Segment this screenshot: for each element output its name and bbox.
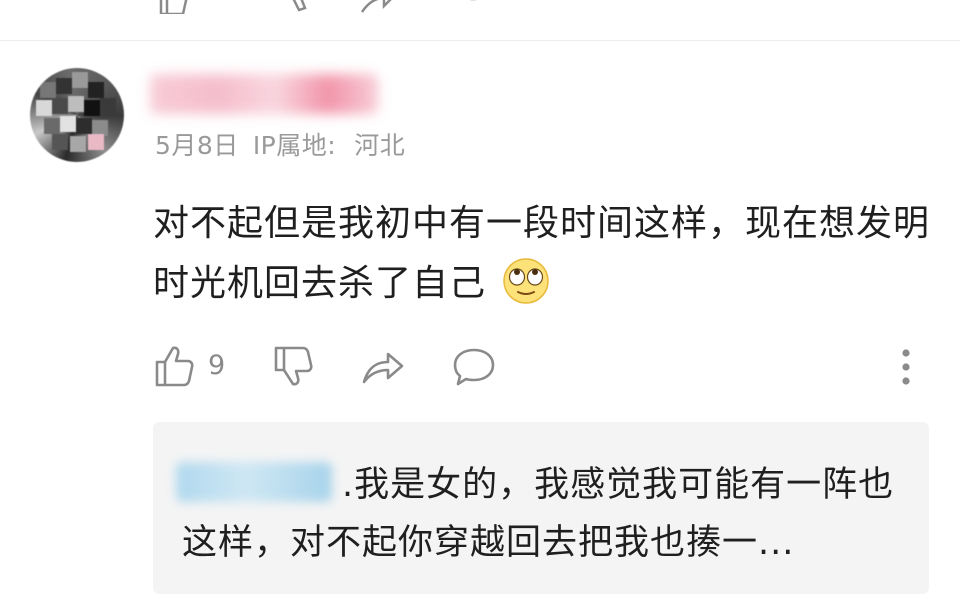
more-vertical-icon[interactable] [896, 348, 916, 388]
reply-text-block: .我是女的，我感觉我可能有一阵也这样，对不起你穿越回去把我也揍一... [182, 456, 902, 572]
comment-divider [0, 40, 960, 41]
comment-date: 5月8日 [155, 131, 239, 160]
thumbs-up-icon[interactable] [154, 344, 196, 388]
ip-label: IP属地: [252, 131, 337, 160]
reply-separator: . [342, 465, 355, 505]
comment-meta: 5月8日 IP属地: 河北 [155, 126, 405, 162]
more-vertical-icon[interactable] [896, 0, 916, 14]
ip-location: 河北 [354, 131, 406, 160]
comment-actions [0, 344, 960, 392]
share-icon[interactable] [360, 344, 406, 388]
comment-text-block: 对不起但是我初中有一段时间这样，现在想发明时光机回去杀了自己 [153, 194, 933, 314]
reply-text: 我是女的，我感觉我可能有一阵也这样，对不起你穿越回去把我也揍一... [182, 465, 895, 563]
comment-icon[interactable] [455, 0, 491, 14]
share-icon[interactable] [360, 0, 396, 14]
previous-comment-actions [0, 0, 960, 16]
comment-icon[interactable] [450, 344, 498, 388]
thumbs-up-icon[interactable] [157, 0, 191, 14]
rolling-eyes-emoji [503, 258, 550, 304]
thumbs-down-icon[interactable] [272, 344, 314, 388]
like-count: 9 [208, 350, 226, 381]
thumbs-down-icon[interactable] [285, 0, 315, 14]
username[interactable] [150, 74, 378, 114]
avatar[interactable] [30, 68, 124, 162]
